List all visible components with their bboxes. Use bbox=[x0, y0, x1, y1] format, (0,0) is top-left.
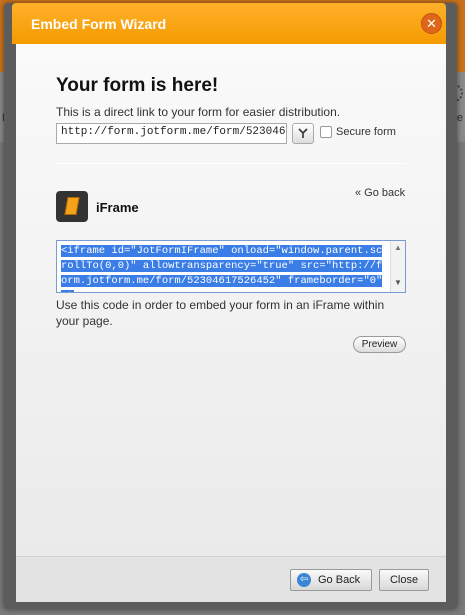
go-back-link[interactable]: « Go back bbox=[355, 187, 405, 199]
embed-code-help: Use this code in order to embed your for… bbox=[56, 298, 385, 328]
form-url-field[interactable]: http://form.jotform.me/form/52304617 bbox=[56, 123, 287, 144]
go-back-button-label: Go Back bbox=[318, 574, 361, 586]
embed-code-text: <iframe id="JotFormIFrame" onload="windo… bbox=[61, 244, 387, 292]
close-icon[interactable]: ✕ bbox=[421, 13, 442, 34]
secure-form-label[interactable]: Secure form bbox=[336, 126, 396, 138]
embed-code-textarea[interactable]: <iframe id="JotFormIFrame" onload="windo… bbox=[56, 240, 406, 293]
copy-link-icon bbox=[298, 128, 308, 138]
copy-link-button[interactable] bbox=[292, 123, 314, 144]
dialog-title: Embed Form Wizard bbox=[31, 16, 167, 32]
code-scrollbar[interactable]: ▲ ▼ bbox=[390, 241, 405, 292]
scroll-up-icon[interactable]: ▲ bbox=[394, 243, 402, 252]
iframe-section-title: iFrame bbox=[96, 200, 139, 215]
section-divider bbox=[56, 163, 406, 164]
iframe-icon bbox=[56, 191, 88, 222]
page-title: Your form is here! bbox=[56, 75, 219, 96]
background-label-right: e bbox=[456, 112, 463, 124]
scroll-down-icon[interactable]: ▼ bbox=[394, 278, 402, 287]
arrow-left-icon: ⇦ bbox=[297, 573, 311, 587]
close-button[interactable]: Close bbox=[379, 569, 429, 591]
go-back-button[interactable]: ⇦ Go Back bbox=[290, 569, 372, 591]
link-description: This is a direct link to your form for e… bbox=[56, 105, 341, 119]
preview-button[interactable]: Preview bbox=[353, 336, 406, 353]
dialog-titlebar: Embed Form Wizard ✕ bbox=[12, 3, 446, 44]
secure-form-checkbox[interactable] bbox=[320, 126, 332, 138]
